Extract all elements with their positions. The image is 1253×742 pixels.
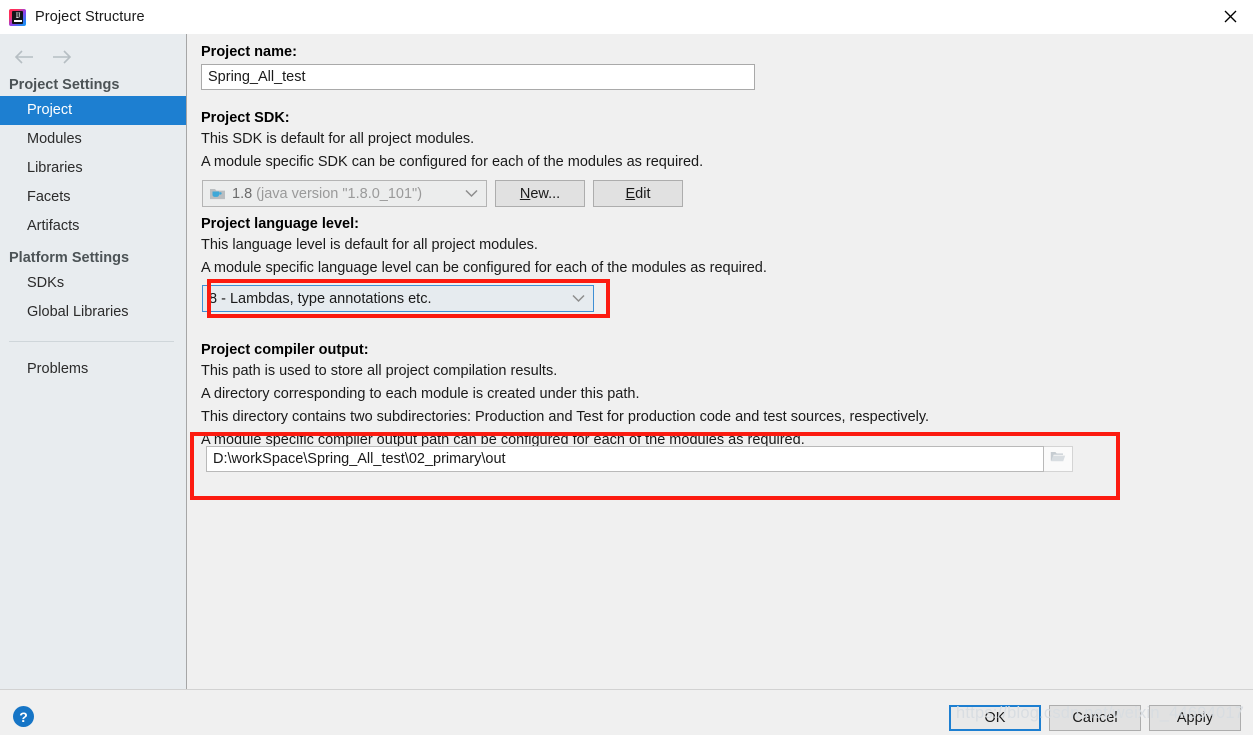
sidebar-item-sdks[interactable]: SDKs [0,269,186,298]
language-level-value: 8 - Lambdas, type annotations etc. [209,290,432,307]
compiler-output-desc-2: A directory corresponding to each module… [201,386,640,402]
apply-button-label: Apply [1176,710,1214,726]
project-sdk-dropdown[interactable]: 1.8 (java version "1.8.0_101") [202,180,487,207]
sidebar-item-problems[interactable]: Problems [0,355,186,384]
project-sdk-label: Project SDK: [201,110,290,126]
sidebar-item-artifacts[interactable]: Artifacts [0,212,186,241]
project-sdk-desc-1: This SDK is default for all project modu… [201,131,475,147]
edit-sdk-button[interactable]: Edit [593,180,683,207]
apply-button[interactable]: Apply [1149,705,1241,731]
settings-sidebar: Project Settings Project Modules Librari… [0,34,187,689]
language-level-desc-2: A module specific language level can be … [201,260,767,276]
compiler-output-path-value: D:\workSpace\Spring_All_test\02_primary\… [213,451,506,467]
sidebar-item-label: Problems [27,361,89,377]
ok-button[interactable]: OK [949,705,1041,731]
sidebar-group-project-settings: Project Settings [9,77,120,93]
arrow-left-icon[interactable] [12,46,38,68]
sidebar-item-label: Libraries [27,160,83,176]
language-level-dropdown[interactable]: 8 - Lambdas, type annotations etc. [202,285,594,312]
edit-button-label: dit [635,185,651,202]
sidebar-item-label: Global Libraries [27,304,129,320]
new-button-mnemonic: N [519,185,531,202]
project-name-label: Project name: [201,44,297,60]
language-level-desc-1: This language level is default for all p… [201,237,538,253]
navigation-arrows [0,34,186,68]
project-sdk-detail: (java version "1.8.0_101") [256,185,423,202]
compiler-output-desc-3: This directory contains two subdirectori… [201,409,930,425]
language-level-label: Project language level: [201,216,359,232]
project-structure-dialog: IJ Project Structure Project Settings Pr… [0,0,1253,742]
edit-button-mnemonic: E [625,185,636,202]
sidebar-group-platform-settings: Platform Settings [9,250,130,266]
sidebar-item-project[interactable]: Project [0,96,186,125]
project-name-input[interactable]: Spring_All_test [201,64,755,90]
sidebar-item-label: Project [27,102,73,118]
project-sdk-desc-2: A module specific SDK can be configured … [201,154,704,170]
title-bar: IJ Project Structure [0,0,1253,34]
java-sdk-folder-icon [209,186,226,201]
bottom-strip [0,735,1253,742]
sidebar-item-label: Facets [27,189,71,205]
compiler-output-path-input[interactable]: D:\workSpace\Spring_All_test\02_primary\… [206,446,1044,472]
folder-open-icon [1050,450,1066,468]
sidebar-item-facets[interactable]: Facets [0,183,186,212]
browse-folder-button[interactable] [1044,446,1073,472]
project-sdk-version: 1.8 [232,185,253,202]
close-icon[interactable] [1207,0,1253,32]
sidebar-item-modules[interactable]: Modules [0,125,186,154]
sidebar-item-label: SDKs [27,275,65,291]
sidebar-divider [9,341,174,342]
new-sdk-button[interactable]: New... [495,180,585,207]
compiler-output-desc-1: This path is used to store all project c… [201,363,558,379]
ok-button-label: OK [984,710,1006,726]
sidebar-item-label: Modules [27,131,82,147]
project-settings-panel: Project name: Spring_All_test Project SD… [188,34,1253,689]
sidebar-item-libraries[interactable]: Libraries [0,154,186,183]
new-button-label: ew... [530,185,561,202]
chevron-down-icon[interactable] [572,291,585,307]
cancel-button-label: Cancel [1072,710,1118,726]
sidebar-item-global-libraries[interactable]: Global Libraries [0,298,186,327]
help-question-icon[interactable]: ? [13,706,34,727]
project-name-value: Spring_All_test [208,69,306,85]
cancel-button[interactable]: Cancel [1049,705,1141,731]
intellij-idea-logo-icon: IJ [9,8,26,26]
chevron-down-icon[interactable] [465,186,478,202]
compiler-output-label: Project compiler output: [201,342,369,358]
arrow-right-icon[interactable] [48,46,74,68]
window-title: Project Structure [35,9,145,25]
sidebar-item-label: Artifacts [27,218,80,234]
